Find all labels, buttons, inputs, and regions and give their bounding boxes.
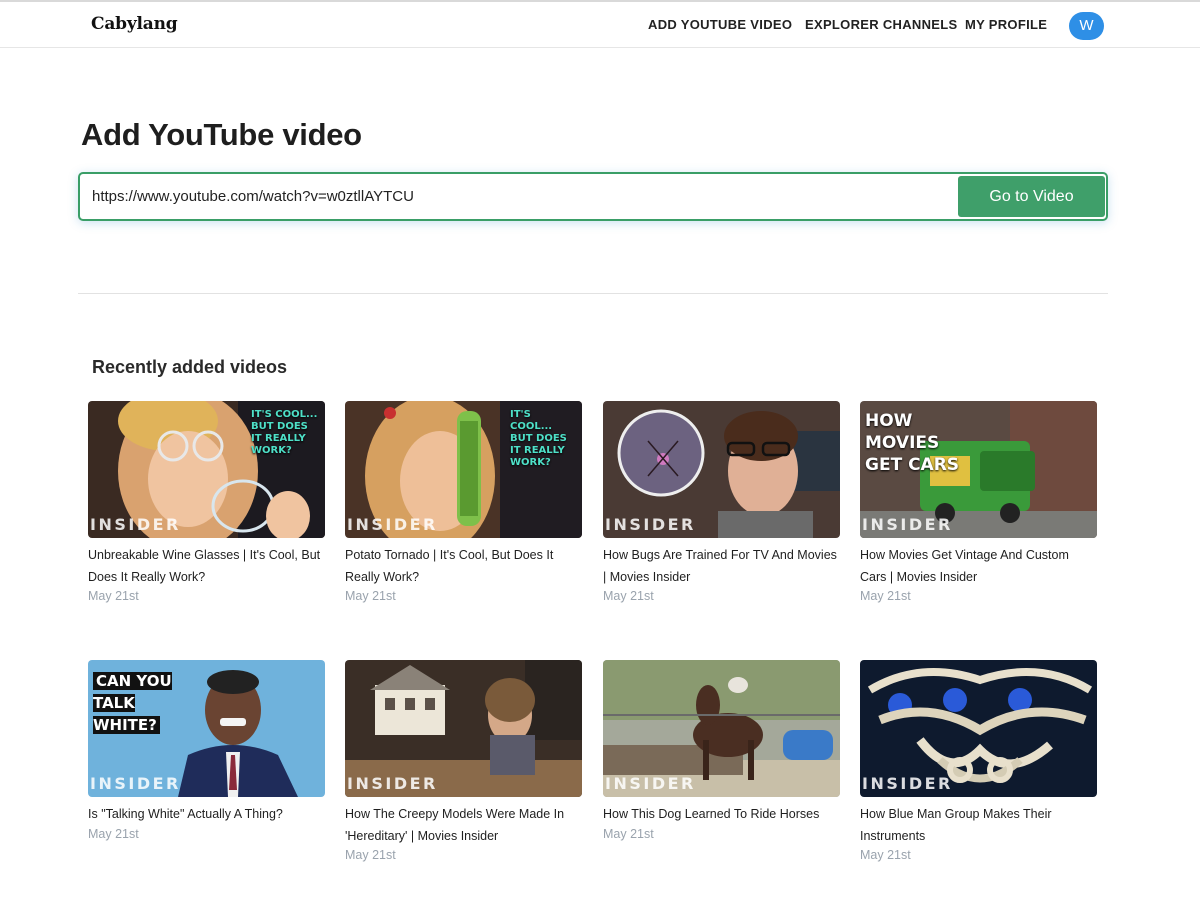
video-date: May 21st <box>88 826 139 841</box>
video-date: May 21st <box>860 848 911 862</box>
insider-watermark: INSIDER <box>605 515 696 534</box>
video-date: May 21st <box>603 589 654 603</box>
thumbnail-overlay-text: IT'S COOL... BUT DOES IT REALLY WORK? <box>251 409 318 456</box>
video-thumbnail[interactable]: IT'S COOL... BUT DOES IT REALLY WORK? IN… <box>345 401 582 538</box>
nav-links: ADD YOUTUBE VIDEO EXPLORER CHANNELS MY P… <box>0 17 1200 37</box>
video-card[interactable]: HOW MOVIES GET CARS INSIDER How Movies G… <box>860 401 1097 603</box>
insider-watermark: INSIDER <box>90 515 181 534</box>
insider-watermark: INSIDER <box>862 774 953 793</box>
thumbnail-overlay-text: HOW MOVIES GET CARS <box>865 411 960 475</box>
video-title[interactable]: Unbreakable Wine Glasses | It's Cool, Bu… <box>88 545 325 588</box>
url-form: Go to Video <box>78 172 1108 221</box>
video-title[interactable]: How Movies Get Vintage And Custom Cars |… <box>860 545 1097 588</box>
insider-watermark: INSIDER <box>605 774 696 793</box>
video-date: May 21st <box>88 589 139 603</box>
video-title[interactable]: Potato Tornado | It's Cool, But Does It … <box>345 545 582 588</box>
video-thumbnail[interactable]: INSIDER <box>603 401 840 538</box>
video-card[interactable]: INSIDER How Blue Man Group Makes Their I… <box>860 660 1097 862</box>
video-date: May 21st <box>603 826 654 841</box>
video-card[interactable]: INSIDER How This Dog Learned To Ride Hor… <box>603 660 840 841</box>
video-card[interactable]: IT'S COOL... BUT DOES IT REALLY WORK? IN… <box>88 401 325 603</box>
video-title[interactable]: Is "Talking White" Actually A Thing? <box>88 804 325 826</box>
nav-my-profile[interactable]: MY PROFILE <box>965 17 1047 32</box>
video-title[interactable]: How Bugs Are Trained For TV And Movies |… <box>603 545 840 588</box>
nav-explorer-channels[interactable]: EXPLORER CHANNELS <box>805 17 957 32</box>
video-date: May 21st <box>345 848 396 862</box>
go-to-video-button[interactable]: Go to Video <box>958 176 1105 217</box>
page-title: Add YouTube video <box>81 117 362 152</box>
insider-watermark: INSIDER <box>90 774 181 793</box>
video-card[interactable]: IT'S COOL... BUT DOES IT REALLY WORK? IN… <box>345 401 582 603</box>
video-thumbnail[interactable]: INSIDER <box>603 660 840 797</box>
video-thumbnail[interactable]: INSIDER <box>345 660 582 797</box>
insider-watermark: INSIDER <box>862 515 953 534</box>
video-card[interactable]: INSIDER How The Creepy Models Were Made … <box>345 660 582 862</box>
insider-watermark: INSIDER <box>347 515 438 534</box>
user-avatar[interactable]: W <box>1069 12 1104 40</box>
video-thumbnail[interactable]: IT'S COOL... BUT DOES IT REALLY WORK? IN… <box>88 401 325 538</box>
video-card[interactable]: CAN YOU TALK WHITE? INSIDER Is "Talking … <box>88 660 325 841</box>
video-date: May 21st <box>860 589 911 603</box>
overlay-line: CAN YOU TALK WHITE? <box>93 672 172 734</box>
video-card[interactable]: INSIDER How Bugs Are Trained For TV And … <box>603 401 840 603</box>
video-thumbnail[interactable]: CAN YOU TALK WHITE? INSIDER <box>88 660 325 797</box>
navbar: Cabylang ADD YOUTUBE VIDEO EXPLORER CHAN… <box>0 2 1200 48</box>
section-title: Recently added videos <box>92 357 288 377</box>
video-thumbnail[interactable]: INSIDER <box>860 660 1097 797</box>
thumbnail-overlay-text: IT'S COOL... BUT DOES IT REALLY WORK? <box>510 409 567 468</box>
video-title[interactable]: How The Creepy Models Were Made In 'Here… <box>345 804 582 847</box>
video-thumbnail[interactable]: HOW MOVIES GET CARS INSIDER <box>860 401 1097 538</box>
section-divider <box>78 293 1108 294</box>
video-title[interactable]: How This Dog Learned To Ride Horses <box>603 804 840 826</box>
thumbnail-overlay-text: CAN YOU TALK WHITE? <box>90 670 200 736</box>
insider-watermark: INSIDER <box>347 774 438 793</box>
video-date: May 21st <box>345 589 396 603</box>
nav-add-youtube-video[interactable]: ADD YOUTUBE VIDEO <box>648 17 792 32</box>
youtube-url-input[interactable] <box>80 174 956 219</box>
video-title[interactable]: How Blue Man Group Makes Their Instrumen… <box>860 804 1097 847</box>
